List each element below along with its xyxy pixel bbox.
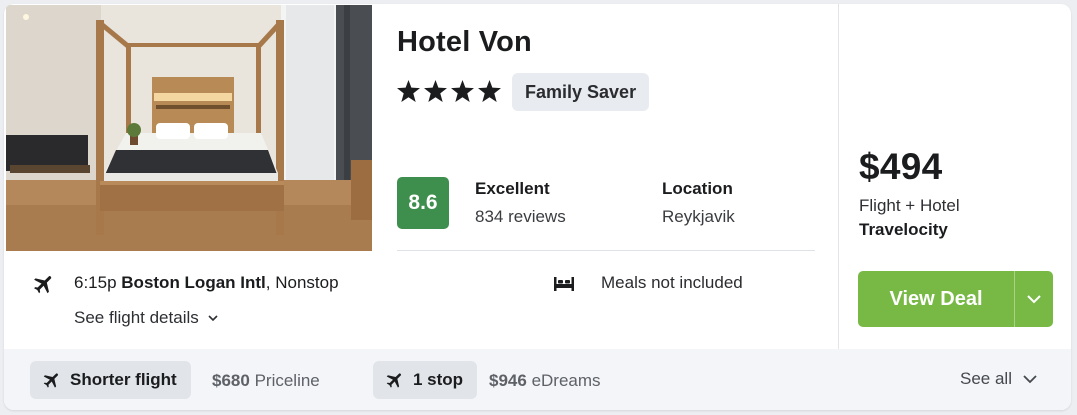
star-icon — [478, 80, 501, 102]
family-saver-badge: Family Saver — [512, 73, 650, 111]
hotel-deal-card: Hotel Von Family Saver 8.6 Excellent 834… — [4, 4, 1071, 410]
star-icon — [451, 80, 474, 102]
rating-score-badge: 8.6 — [397, 177, 449, 229]
flight-summary: 6:15p Boston Logan Intl, Nonstop — [74, 272, 339, 294]
airplane-icon — [43, 373, 58, 388]
divider — [397, 250, 815, 251]
package-type: Flight + Hotel — [859, 196, 960, 215]
alt-price-provider: Priceline — [254, 371, 320, 390]
button-separator — [1014, 271, 1015, 327]
chevron-down-icon — [1027, 295, 1041, 304]
chevron-down-icon — [1023, 375, 1037, 384]
airplane-icon — [34, 276, 52, 294]
option-tag: 1 stop — [413, 370, 464, 389]
location-value: Reykjavik — [662, 207, 735, 226]
alt-price-amount: $946 — [489, 371, 527, 390]
star-icon — [424, 80, 447, 102]
see-flight-details-label: See flight details — [74, 308, 199, 327]
shorter-flight-option[interactable]: Shorter flight — [30, 361, 191, 399]
flight-airport: Boston Logan Intl — [121, 273, 266, 292]
see-all-label: See all — [960, 369, 1012, 388]
flight-stops: , Nonstop — [265, 273, 339, 292]
location-label: Location — [662, 179, 733, 198]
see-flight-details-link[interactable]: See flight details — [74, 308, 219, 328]
alternative-price[interactable]: $680 Priceline — [212, 371, 320, 391]
deal-provider: Travelocity — [859, 220, 948, 239]
divider — [838, 4, 839, 349]
review-count[interactable]: 834 reviews — [475, 207, 566, 227]
alt-price-amount: $680 — [212, 371, 250, 390]
see-all-link[interactable]: See all — [960, 369, 1038, 389]
alternative-price[interactable]: $946 eDreams — [489, 371, 601, 391]
meals-info: Meals not included — [601, 273, 743, 292]
airplane-icon — [386, 373, 401, 388]
flight-time: 6:15p — [74, 273, 117, 292]
chevron-down-icon — [208, 315, 218, 322]
star-rating — [397, 76, 501, 106]
deal-price: $494 — [859, 146, 943, 187]
one-stop-option[interactable]: 1 stop — [373, 361, 478, 399]
hotel-name[interactable]: Hotel Von — [397, 26, 532, 59]
bed-icon — [554, 277, 574, 291]
alt-price-provider: eDreams — [531, 371, 601, 390]
rating-label: Excellent — [475, 179, 550, 198]
option-tag: Shorter flight — [70, 370, 177, 389]
star-icon — [397, 80, 420, 102]
view-deal-button[interactable]: View Deal — [858, 271, 1014, 327]
hotel-photo[interactable] — [6, 5, 372, 251]
view-deal-dropdown-button[interactable] — [1015, 271, 1053, 327]
alternative-deals-bar: Shorter flight $680 Priceline 1 stop $94… — [4, 349, 1071, 410]
